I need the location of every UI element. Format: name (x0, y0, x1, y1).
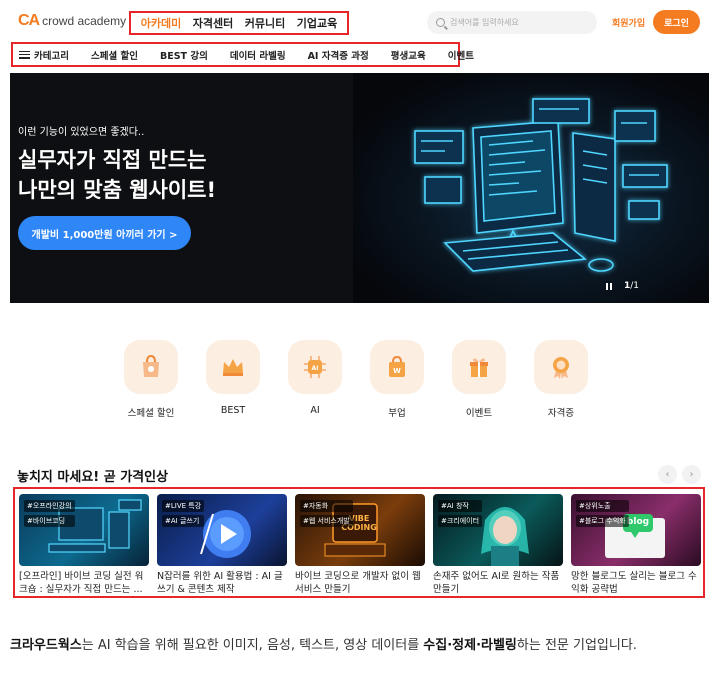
shopping-bag-icon: W (370, 340, 424, 394)
main-nav: 아카데미 자격센터 커뮤니티 기업교육 (129, 11, 349, 35)
category-label: 카테고리 (34, 50, 69, 62)
category-menu[interactable]: 카테고리 (19, 48, 69, 62)
course-title: N잡러를 위한 AI 활용법 : AI 글쓰기 & 콘텐츠 제작 (157, 571, 283, 595)
description-highlight: 수집·정제·라벨링 (423, 638, 517, 653)
course-title: [오프라인] 바이브 코딩 실전 워크숍 : 실무자가 직접 만드는 ... (19, 571, 144, 595)
course-tags: #LIVE 특강 #AI 글쓰기 (162, 500, 205, 527)
blog-overlay: blog (626, 517, 650, 527)
subnav-ai-certificate[interactable]: AI 자격증 과정 (308, 48, 369, 62)
medal-icon (534, 340, 588, 394)
nav-corporate-training[interactable]: 기업교육 (297, 15, 337, 31)
category-label: 이벤트 (465, 408, 493, 419)
category-events[interactable]: 이벤트 (444, 340, 514, 419)
course-tag: #LIVE 특강 (162, 500, 205, 512)
course-tags: #자동화 #웹 서비스개발 (300, 500, 353, 527)
hero-computer-illustration (353, 73, 709, 303)
course-carousel: #오프라인강의 #바이브코딩 [오프라인] 바이브 코딩 실전 워크숍 : 실무… (13, 487, 705, 598)
course-thumbnail: VIBE CODING #자동화 #웹 서비스개발 (295, 494, 425, 566)
logo-mark: CA (18, 12, 40, 29)
course-card[interactable]: VIBE CODING #자동화 #웹 서비스개발 바이브 코딩으로 개발자 없… (295, 494, 425, 596)
category-shortcuts: 스페셜 할인 BEST AI AI W 부업 이벤트 자격증 (116, 340, 596, 419)
course-tag: #자동화 (300, 500, 353, 512)
course-card[interactable]: blog #상위노출 #블로그 수익화 망한 블로그도 살리는 블로그 수익화 … (571, 494, 701, 596)
search-box[interactable] (427, 11, 597, 34)
svg-text:AI: AI (312, 365, 319, 372)
sub-nav: 카테고리 스페셜 할인 BEST 강의 데이터 라벨링 AI 자격증 과정 평생… (11, 42, 474, 67)
course-thumbnail: #오프라인강의 #바이브코딩 (19, 494, 149, 566)
slide-counter: 1/1 (624, 281, 639, 291)
login-button[interactable]: 로그인 (653, 10, 700, 34)
svg-text:W: W (393, 367, 401, 375)
subnav-data-labeling[interactable]: 데이터 라벨링 (230, 48, 286, 62)
course-title: 손재주 없어도 AI로 원하는 작품 만들기 (433, 571, 560, 595)
category-special-sale[interactable]: 스페셜 할인 (116, 340, 186, 419)
logo-text: crowd academy (42, 14, 127, 28)
carousel-next-button[interactable]: › (682, 465, 701, 484)
category-label: BEST (220, 405, 246, 416)
course-tag: #바이브코딩 (24, 515, 75, 527)
hero-slider-controls: 1/1 (606, 281, 639, 291)
hero-title-line-2: 나만의 맞춤 웹사이트! (18, 178, 217, 202)
course-tag: #블로그 수익화 (576, 515, 629, 527)
course-tag: #크리에이터 (438, 515, 483, 527)
course-thumbnail: blog #상위노출 #블로그 수익화 (571, 494, 701, 566)
slide-total: /1 (630, 281, 640, 291)
carousel-prev-button[interactable]: ‹ (658, 465, 677, 484)
section-title: 놓치지 마세요! 곧 가격인상 (17, 470, 169, 485)
course-tags: #오프라인강의 #바이브코딩 (24, 500, 75, 527)
subnav-lifelong-education[interactable]: 평생교육 (391, 48, 426, 62)
hero-subtitle: 이런 기능이 있었으면 좋겠다.. (18, 127, 145, 138)
nav-academy[interactable]: 아카데미 (141, 15, 181, 31)
category-label: 자격증 (547, 408, 575, 419)
course-tag: #웹 서비스개발 (300, 515, 353, 527)
pause-icon[interactable] (606, 282, 612, 290)
company-description: 크라우드웍스는 AI 학습을 위해 필요한 이미지, 음성, 텍스트, 영상 데… (10, 633, 710, 658)
category-best[interactable]: BEST (198, 340, 268, 419)
course-tag: #오프라인강의 (24, 500, 75, 512)
gift-icon (452, 340, 506, 394)
signup-link[interactable]: 회원가입 (612, 16, 645, 29)
ai-chip-icon: AI (288, 340, 342, 394)
course-card[interactable]: #AI 창작 #크리에이터 손재주 없어도 AI로 원하는 작품 만들기 (433, 494, 563, 596)
course-card[interactable]: #오프라인강의 #바이브코딩 [오프라인] 바이브 코딩 실전 워크숍 : 실무… (19, 494, 149, 596)
course-title: 망한 블로그도 살리는 블로그 수익화 공략법 (571, 571, 697, 595)
course-tags: #상위노출 #블로그 수익화 (576, 500, 629, 527)
hero-title: 실무자가 직접 만드는 나만의 맞춤 웹사이트! (18, 145, 216, 205)
course-title: 바이브 코딩으로 개발자 없이 웹서비스 만들기 (295, 571, 421, 595)
description-text-2: 하는 전문 기업입니다. (516, 638, 637, 653)
hero-banner[interactable]: 이런 기능이 있었으면 좋겠다.. 실무자가 직접 만드는 나만의 맞춤 웹사이… (10, 73, 709, 303)
course-card[interactable]: #LIVE 특강 #AI 글쓰기 N잡러를 위한 AI 활용법 : AI 글쓰기… (157, 494, 287, 596)
logo[interactable]: CA crowd academy (18, 12, 126, 30)
hero-title-line-1: 실무자가 직접 만드는 (18, 148, 207, 172)
course-tag: #AI 창작 (438, 500, 483, 512)
category-ai[interactable]: AI AI (280, 340, 350, 419)
hero-cta-button[interactable]: 개발비 1,000만원 아끼러 가기 > (18, 216, 191, 250)
hamburger-icon (19, 50, 30, 59)
sale-bag-icon (124, 340, 178, 394)
crown-icon (206, 340, 260, 394)
search-input[interactable] (450, 18, 590, 27)
category-side-job[interactable]: W 부업 (362, 340, 432, 419)
description-text-1: 는 AI 학습을 위해 필요한 이미지, 음성, 텍스트, 영상 데이터를 (81, 638, 424, 653)
subnav-best-courses[interactable]: BEST 강의 (160, 48, 208, 62)
site-header: CA crowd academy 아카데미 자격센터 커뮤니티 기업교육 회원가… (0, 0, 721, 44)
search-icon (436, 18, 445, 27)
category-certificate[interactable]: 자격증 (526, 340, 596, 419)
brand-name: 크라우드웍스 (10, 638, 82, 653)
course-tags: #AI 창작 #크리에이터 (438, 500, 483, 527)
course-tag: #상위노출 (576, 500, 629, 512)
course-tag: #AI 글쓰기 (162, 515, 205, 527)
category-label: AI (310, 405, 320, 416)
category-label: 스페셜 할인 (127, 408, 175, 419)
category-label: 부업 (388, 408, 406, 419)
subnav-events[interactable]: 이벤트 (448, 48, 474, 62)
nav-community[interactable]: 커뮤니티 (245, 15, 285, 31)
subnav-special-sale[interactable]: 스페셜 할인 (91, 48, 138, 62)
course-thumbnail: #LIVE 특강 #AI 글쓰기 (157, 494, 287, 566)
nav-certification-center[interactable]: 자격센터 (193, 15, 233, 31)
course-thumbnail: #AI 창작 #크리에이터 (433, 494, 563, 566)
